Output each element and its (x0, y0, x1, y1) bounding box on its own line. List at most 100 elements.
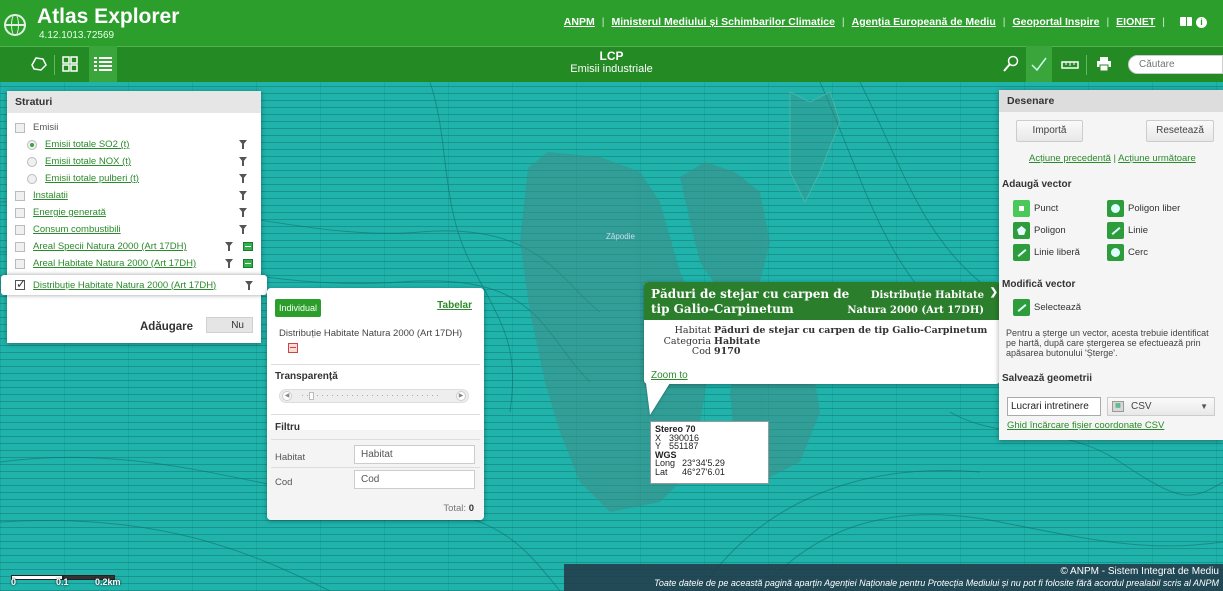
layer-row-consum[interactable]: Consum combustibili (7, 221, 261, 238)
tool-point[interactable]: Punct (1013, 200, 1058, 217)
tool-polygon[interactable]: Poligon (1013, 222, 1066, 239)
checkbox-checked[interactable] (15, 277, 26, 291)
layer-row-distributie-habitate[interactable]: Distribuție Habitate Natura 2000 (Art 17… (1, 275, 267, 295)
layer-row-areal-habitate[interactable]: Areal Habitate Natura 2000 (Art 17DH) (7, 255, 261, 272)
csv-guide-link[interactable]: Ghid încărcare fișier coordonate CSV (1007, 420, 1164, 431)
legend-icon[interactable] (243, 259, 253, 268)
tool-free-polygon[interactable]: Poligon liber (1107, 200, 1180, 217)
popup-pointer (646, 383, 670, 415)
tool-circle[interactable]: Cerc (1107, 244, 1148, 261)
identify-button[interactable] (1000, 53, 1022, 75)
radio-button[interactable] (27, 139, 37, 150)
tool-free-line[interactable]: Linie liberă (1013, 244, 1080, 261)
tab-individual[interactable]: Individual (275, 299, 321, 317)
radio-button[interactable] (27, 173, 37, 184)
layer-label[interactable]: Distribuție Habitate Natura 2000 (Art 17… (33, 280, 216, 291)
link-geoportal[interactable]: Geoportal Inspire (1013, 16, 1100, 28)
add-toggle[interactable]: Nu (206, 317, 253, 333)
layer-row-so2[interactable]: Emisii totale SO2 (t) (7, 136, 261, 153)
layer-row-nox[interactable]: Emisii totale NOX (t) (7, 153, 261, 170)
globe-icon (4, 14, 26, 36)
radio-button[interactable] (27, 156, 37, 167)
circle-icon (1107, 244, 1124, 261)
legend-layer-name: Distribuție Habitate Natura 2000 (Art 17… (279, 328, 463, 339)
layer-label[interactable]: Emisii totale NOX (t) (45, 156, 131, 167)
filter-icon[interactable] (239, 140, 247, 149)
legend-icon[interactable] (243, 242, 253, 251)
layer-label[interactable]: Areal Specii Natura 2000 (Art 17DH) (33, 241, 187, 252)
search-input[interactable] (1128, 55, 1223, 74)
book-icon[interactable] (1180, 16, 1192, 26)
modify-vector-title: Modifică vector (1002, 279, 1076, 290)
filter-icon[interactable] (239, 157, 247, 166)
undo-redo-links: Acțiune precedentă | Acțiune următoare (1029, 153, 1196, 164)
link-eionet[interactable]: EIONET (1116, 16, 1155, 28)
layer-row-instalatii[interactable]: Instalatii (7, 187, 261, 204)
filter-total: Total: 0 (443, 503, 474, 514)
filter-icon[interactable] (225, 242, 233, 251)
link-anpm[interactable]: ANPM (564, 16, 595, 28)
layer-label[interactable]: Consum combustibili (33, 224, 121, 235)
tab-tabelar[interactable]: Tabelar (437, 300, 472, 311)
import-button[interactable]: Importă (1016, 120, 1083, 142)
save-name-input[interactable]: Lucrari intretinere (1007, 397, 1101, 416)
coordinates-box: Stereo 70 X 390016 Y 551187 WGS Long 23°34'… (650, 421, 769, 484)
zoom-to-link[interactable]: Zoom to (651, 370, 688, 381)
checkbox[interactable] (15, 190, 25, 201)
next-icon[interactable]: ❯ (990, 287, 998, 298)
filter-icon[interactable] (239, 208, 247, 217)
layer-label[interactable]: Instalatii (33, 190, 68, 201)
filter-icon[interactable] (225, 259, 233, 268)
toolbar: LCP Emisii industriale (0, 46, 1223, 83)
measure-button[interactable] (1059, 53, 1081, 75)
filter-cod-input[interactable]: Cod (354, 470, 475, 489)
slider-handle[interactable] (309, 392, 314, 400)
app-version: 4.12.1013.72569 (39, 30, 115, 41)
polygon-icon (1013, 222, 1030, 239)
checkbox[interactable] (15, 224, 25, 235)
link-ministry[interactable]: Ministerul Mediului și Schimbarilor Clim… (611, 16, 834, 28)
layer-row-pulberi[interactable]: Emisii totale pulberi (t) (7, 170, 261, 187)
reset-button[interactable]: Resetează (1146, 120, 1214, 142)
add-label: Adăugare (140, 321, 194, 333)
copyright-footer: © ANPM - Sistem Integrat de Mediu Toate … (564, 564, 1223, 591)
filter-icon[interactable] (239, 191, 247, 200)
checkbox[interactable] (15, 207, 25, 218)
info-icon[interactable]: i (1196, 16, 1207, 28)
layers-panel: Straturi Emisii Emisii totale SO2 (t) Em… (1, 91, 267, 343)
add-layer-row: Adăugare Nu (7, 315, 261, 337)
print-button[interactable] (1093, 53, 1115, 75)
filter-icon[interactable] (239, 174, 247, 183)
checkbox[interactable] (15, 258, 25, 269)
search-pin-icon (1003, 55, 1019, 72)
layer-row-energie[interactable]: Energie generată (7, 204, 261, 221)
transparency-label: Transparență (275, 371, 338, 382)
tool-line[interactable]: Linie (1107, 222, 1148, 239)
slider-right-icon[interactable]: ▶ (456, 391, 466, 401)
layer-row-areal-specii[interactable]: Areal Specii Natura 2000 (Art 17DH) (7, 238, 261, 255)
app-header: Atlas Explorer 4.12.1013.72569 ANPM | Min… (0, 0, 1223, 46)
format-select[interactable]: ▦ CSV ▼ (1107, 397, 1215, 416)
draw-panel: Desenare Importă Resetează Acțiune prece… (999, 90, 1223, 440)
checkbox[interactable] (15, 241, 25, 252)
tool-select[interactable]: Selectează (1013, 299, 1081, 316)
layer-label[interactable]: Emisii totale pulberi (t) (45, 173, 139, 184)
layer-label[interactable]: Energie generată (33, 207, 106, 218)
legend-swatch-icon (288, 343, 298, 353)
filter-icon[interactable] (239, 225, 247, 234)
map-place-label: Zăpodie (606, 232, 635, 241)
redo-link[interactable]: Acțiune următoare (1118, 153, 1196, 164)
undo-link[interactable]: Acțiune precedentă (1029, 153, 1111, 164)
filter-icon[interactable] (245, 281, 253, 290)
checkbox[interactable] (15, 122, 25, 133)
free-polygon-icon (1107, 200, 1124, 217)
filter-habitat-label: Habitat (275, 452, 306, 463)
draw-button[interactable] (1026, 46, 1052, 83)
layer-label[interactable]: Emisii totale SO2 (t) (45, 139, 129, 150)
layer-row-emisii[interactable]: Emisii (7, 119, 261, 136)
filter-habitat-input[interactable]: Habitat (354, 445, 475, 464)
slider-left-icon[interactable]: ◀ (282, 391, 292, 401)
link-eea[interactable]: Agenția Europeană de Mediu (852, 16, 996, 28)
layer-label[interactable]: Areal Habitate Natura 2000 (Art 17DH) (33, 258, 196, 269)
transparency-slider[interactable]: ◀ ▶ (279, 389, 469, 403)
